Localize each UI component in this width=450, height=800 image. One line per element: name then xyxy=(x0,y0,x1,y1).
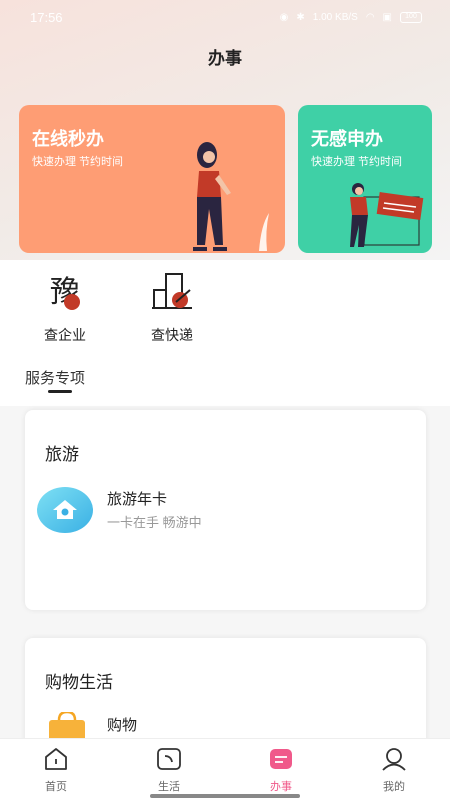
category-title: 购物生活 xyxy=(45,673,113,692)
quick-action-label: 查企业 xyxy=(44,327,86,343)
wifi-icon: ◠ xyxy=(365,11,375,23)
tab-label: 首页 xyxy=(45,781,67,793)
courier-building-icon xyxy=(152,273,192,309)
tab-home[interactable]: 首页 xyxy=(16,747,96,794)
service-name: 旅游年卡 xyxy=(107,491,168,508)
banner-unaware-application[interactable]: 无感申办 快速办理 节约时间 xyxy=(298,105,432,253)
tab-label: 生活 xyxy=(158,781,180,793)
status-bar: 17:56 ◉ ✱ 1.00 KB/S ◠ ▣ 100 xyxy=(0,0,450,34)
tab-profile[interactable]: 我的 xyxy=(354,747,434,794)
banner-title: 在线秒办 xyxy=(32,129,104,149)
man-with-documents-illustration-icon xyxy=(350,183,424,247)
tab-affairs[interactable]: 办事 xyxy=(241,747,321,794)
banner-subtitle: 快速办理 节约时间 xyxy=(32,156,124,168)
page-title: 办事 xyxy=(208,49,242,68)
profile-icon xyxy=(382,748,406,771)
banner-online-service[interactable]: 在线秒办 快速办理 节约时间 xyxy=(19,105,285,253)
life-icon xyxy=(157,748,181,770)
bottom-tab-bar: 首页 生活 办事 我的 xyxy=(0,738,450,800)
service-name: 购物 xyxy=(107,717,138,734)
tab-life[interactable]: 生活 xyxy=(129,747,209,794)
status-icons: ◉ ✱ 1.00 KB/S ◠ ▣ 100 xyxy=(279,11,422,23)
tab-label: 我的 xyxy=(383,781,405,793)
banner-subtitle: 快速办理 节约时间 xyxy=(311,156,403,168)
affairs-icon xyxy=(270,749,292,769)
section-title[interactable]: 服务专项 xyxy=(25,367,85,388)
quick-actions-row: 豫 查企业 查快递 xyxy=(0,260,450,360)
sim-icon: ▣ xyxy=(382,11,392,23)
section-header: 服务专项 xyxy=(0,358,450,406)
eye-icon: ◉ xyxy=(279,11,289,23)
travel-card-icon xyxy=(37,487,93,533)
service-description: 一卡在手 畅游中 xyxy=(107,515,202,530)
network-speed: 1.00 KB/S xyxy=(312,11,358,23)
status-time: 17:56 xyxy=(30,9,63,25)
home-icon xyxy=(45,748,67,770)
quick-action-label: 查快递 xyxy=(151,327,193,343)
home-indicator[interactable] xyxy=(150,794,300,798)
service-item-travel-card[interactable]: 旅游年卡 一卡在手 畅游中 xyxy=(37,486,397,536)
battery-icon: 100 xyxy=(400,11,422,23)
section-underline xyxy=(48,390,72,393)
quick-action-courier[interactable]: 查快递 xyxy=(137,270,207,345)
bluetooth-icon: ✱ xyxy=(296,11,305,23)
enterprise-seal-icon: 豫 xyxy=(50,275,80,310)
category-title: 旅游 xyxy=(45,445,79,464)
category-card-travel: 旅游 旅游年卡 一卡在手 畅游中 xyxy=(25,410,426,610)
tab-label: 办事 xyxy=(270,781,292,793)
quick-action-enterprise[interactable]: 豫 查企业 xyxy=(30,270,100,345)
woman-illustration-icon xyxy=(193,142,269,251)
banner-title: 无感申办 xyxy=(311,129,383,149)
